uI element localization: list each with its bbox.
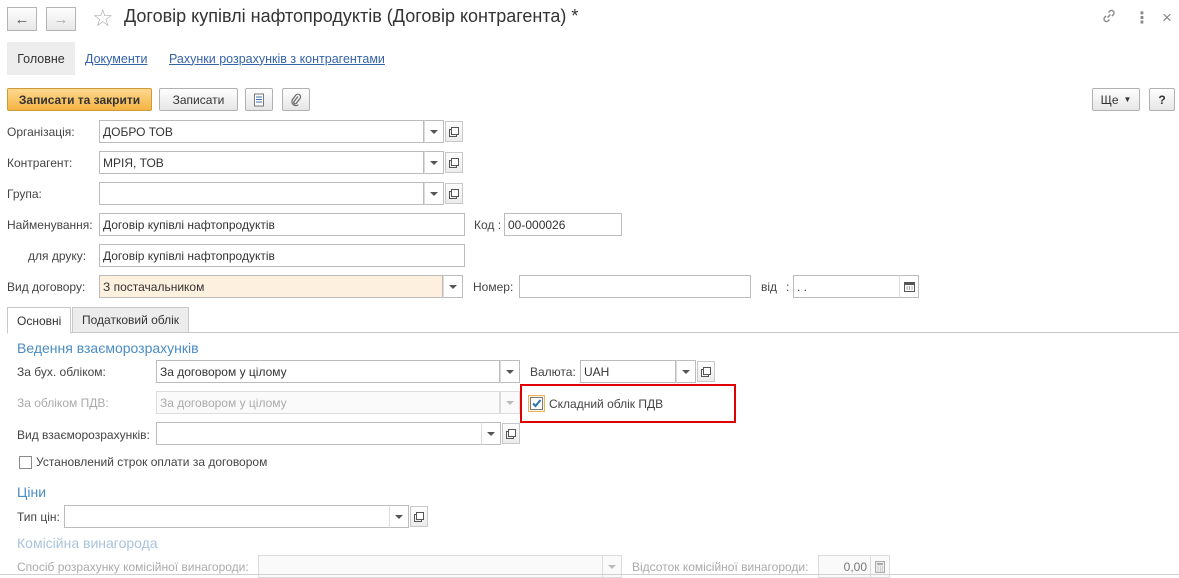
chevron-down-icon	[487, 431, 495, 436]
settlement-type-dropdown[interactable]	[481, 422, 501, 445]
counterparty-label: Контрагент:	[7, 156, 73, 170]
tab-main[interactable]: Головне	[7, 42, 75, 75]
payment-term-checkbox[interactable]	[19, 456, 32, 469]
group-open-button[interactable]	[445, 183, 463, 204]
print-name-label: для друку:	[28, 249, 87, 263]
vat-dropdown	[500, 391, 520, 414]
counterparty-field[interactable]: МРІЯ, ТОВ	[99, 151, 424, 174]
date-label: від	[761, 280, 778, 294]
help-button[interactable]: ?	[1149, 88, 1175, 111]
paperclip-icon	[291, 93, 302, 106]
open-icon	[701, 366, 711, 377]
vat-label: За обліком ПДВ:	[17, 396, 109, 410]
currency-dropdown[interactable]	[676, 360, 696, 383]
arrow-right-icon: →	[53, 10, 69, 28]
calendar-icon	[903, 282, 915, 292]
tab-accounts[interactable]: Рахунки розрахунків з контрагентами	[169, 42, 385, 75]
open-icon	[506, 428, 516, 439]
commission-percent-label: Відсоток комісійної винагороди:	[632, 560, 809, 574]
group-label: Група:	[7, 187, 42, 201]
open-icon	[449, 157, 459, 168]
commission-method-label: Спосіб розрахунку комісійної винагороди:	[17, 560, 249, 574]
link-icon[interactable]	[1101, 8, 1117, 29]
chevron-down-icon	[430, 129, 438, 134]
group-field[interactable]	[99, 182, 424, 205]
chevron-down-icon	[430, 160, 438, 165]
print-name-field[interactable]: Договір купівлі нафтопродуктів	[99, 244, 465, 267]
open-icon	[449, 188, 459, 199]
tab-documents[interactable]: Документи	[85, 42, 147, 75]
organization-dropdown[interactable]	[424, 120, 444, 143]
chevron-down-icon	[395, 514, 403, 519]
open-icon	[414, 511, 424, 522]
settlements-title: Ведення взаєморозрахунків	[17, 340, 199, 356]
currency-open-button[interactable]	[697, 361, 715, 382]
date-picker-button[interactable]	[899, 275, 919, 298]
arrow-left-icon: ←	[14, 10, 30, 28]
save-close-button[interactable]: Записати та закрити	[7, 88, 152, 111]
organization-open-button[interactable]	[445, 121, 463, 142]
accounting-field[interactable]: За договором у цілому	[156, 360, 500, 383]
star-icon[interactable]: ☆	[92, 4, 114, 33]
chevron-down-icon	[506, 400, 514, 405]
page-title: Договір купівлі нафтопродуктів (Договір …	[124, 6, 579, 26]
counterparty-open-button[interactable]	[445, 152, 463, 173]
prices-title: Ціни	[17, 484, 47, 500]
contract-type-field[interactable]: З постачальником	[99, 275, 443, 298]
forward-button[interactable]: →	[46, 7, 76, 31]
bottom-divider	[0, 574, 1179, 575]
attach-button[interactable]	[282, 88, 310, 111]
complex-vat-label[interactable]: Складний облік ПДВ	[549, 397, 663, 411]
back-button[interactable]: ←	[7, 7, 37, 31]
number-label: Номер:	[473, 280, 514, 294]
chevron-down-icon	[506, 369, 514, 374]
more-label: Ще	[1100, 92, 1119, 107]
price-type-dropdown[interactable]	[389, 505, 409, 528]
open-icon	[449, 126, 459, 137]
counterparty-dropdown[interactable]	[424, 151, 444, 174]
name-field[interactable]: Договір купівлі нафтопродуктів	[99, 213, 465, 236]
code-label: Код :	[474, 218, 502, 232]
commission-title: Комісійна винагорода	[17, 535, 158, 551]
number-field[interactable]	[519, 275, 751, 298]
calculator-icon	[875, 560, 885, 573]
chevron-down-icon	[449, 284, 457, 289]
complex-vat-checkbox[interactable]	[528, 395, 545, 412]
document-icon	[254, 93, 264, 106]
accounting-label: За бух. обліком:	[17, 365, 106, 379]
group-dropdown[interactable]	[424, 182, 444, 205]
date-colon: :	[786, 280, 790, 294]
organization-label: Організація:	[7, 125, 75, 139]
settlement-type-label: Вид взаєморозрахунків:	[17, 428, 150, 442]
chevron-down-icon	[682, 369, 690, 374]
accounting-dropdown[interactable]	[500, 360, 520, 383]
chevron-down-icon: ▼	[1123, 95, 1132, 104]
more-vert-icon[interactable]: ⋮	[1134, 8, 1150, 28]
chevron-down-icon	[430, 191, 438, 196]
organization-field[interactable]: ДОБРО ТОВ	[99, 120, 424, 143]
code-field[interactable]: 00-000026	[504, 213, 622, 236]
price-type-field[interactable]	[64, 505, 390, 528]
settlement-type-open-button[interactable]	[502, 423, 520, 444]
close-icon[interactable]: ×	[1162, 8, 1172, 28]
tab-tax[interactable]: Податковий облік	[72, 307, 190, 333]
settlement-type-field[interactable]	[156, 422, 482, 445]
vat-field: За договором у цілому	[156, 391, 500, 414]
contract-type-dropdown[interactable]	[443, 275, 463, 298]
payment-term-label[interactable]: Установлений строк оплати за договором	[36, 455, 267, 469]
report-button[interactable]	[245, 88, 273, 111]
name-label: Найменування:	[7, 218, 93, 232]
checkmark-icon	[530, 397, 543, 410]
chevron-down-icon	[608, 564, 616, 569]
price-type-open-button[interactable]	[410, 506, 428, 527]
more-button[interactable]: Ще ▼	[1092, 88, 1140, 111]
price-type-label: Тип цін:	[17, 510, 60, 524]
date-field[interactable]: . .	[793, 275, 900, 298]
contract-type-label: Вид договору:	[7, 280, 86, 294]
save-button[interactable]: Записати	[159, 88, 238, 111]
currency-label: Валюта:	[530, 365, 576, 379]
currency-field[interactable]: UAH	[580, 360, 676, 383]
tab-basic[interactable]: Основні	[7, 307, 72, 334]
